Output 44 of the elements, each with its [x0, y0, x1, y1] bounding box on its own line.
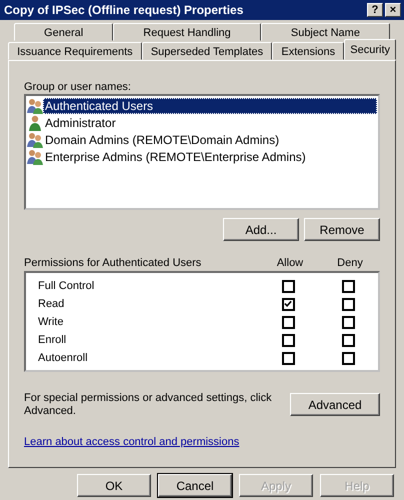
deny-checkbox[interactable] [342, 316, 354, 328]
user-item[interactable]: Authenticated Users [43, 98, 377, 114]
permission-name: Autoenroll [38, 352, 89, 364]
user-list-button[interactable]: Remove [304, 218, 380, 241]
allow-checkbox[interactable] [282, 280, 294, 292]
tab[interactable]: General [14, 23, 114, 41]
user-icon [27, 114, 43, 130]
dialog-button[interactable]: Cancel [158, 474, 232, 497]
user-item[interactable]: Domain Admins (REMOTE\Domain Admins) [43, 132, 282, 148]
users-icon [27, 148, 43, 164]
users-icon [27, 132, 43, 148]
deny-checkbox[interactable] [342, 280, 354, 292]
tab[interactable]: Request Handling [113, 23, 261, 41]
users-label: Group or user names: [24, 81, 132, 93]
tab[interactable]: Extensions [272, 42, 344, 60]
deny-checkbox[interactable] [342, 352, 354, 364]
permission-name: Write [38, 316, 64, 328]
deny-checkbox[interactable] [342, 298, 354, 310]
advanced-button[interactable]: Advanced [290, 393, 380, 416]
permission-name: Read [38, 298, 66, 310]
user-list-button[interactable]: Add... [223, 218, 299, 241]
tab[interactable]: Security [344, 39, 396, 60]
allow-checkbox[interactable] [282, 316, 294, 328]
permission-name: Full Control [38, 280, 96, 292]
user-item[interactable]: Enterprise Admins (REMOTE\Enterprise Admins) [43, 148, 308, 164]
deny-checkbox[interactable] [342, 334, 354, 346]
allow-checkbox[interactable] [282, 298, 294, 310]
dialog-button[interactable]: OK [77, 474, 151, 497]
permission-name: Enroll [38, 334, 68, 346]
advanced-hint: For special permissions or advanced settings, click Advanced. [24, 392, 273, 418]
allow-header: Allow [276, 257, 304, 269]
deny-header: Deny [336, 257, 364, 269]
tab[interactable]: Subject Name [260, 23, 390, 41]
users-icon [27, 98, 43, 114]
tab[interactable]: Superseded Templates [142, 42, 272, 60]
allow-checkbox[interactable] [282, 352, 294, 364]
help-link[interactable]: Learn about access control and permissions [24, 436, 380, 448]
close-button[interactable]: × [385, 3, 401, 17]
tab[interactable]: Issuance Requirements [8, 42, 142, 60]
user-item[interactable]: Administrator [43, 114, 118, 130]
allow-checkbox[interactable] [282, 334, 294, 346]
permissions-label: Permissions for Authenticated Users [24, 257, 202, 269]
help-button[interactable]: ? [367, 3, 383, 17]
window-title: Copy of IPSec (Offline request) Properties [4, 3, 244, 17]
